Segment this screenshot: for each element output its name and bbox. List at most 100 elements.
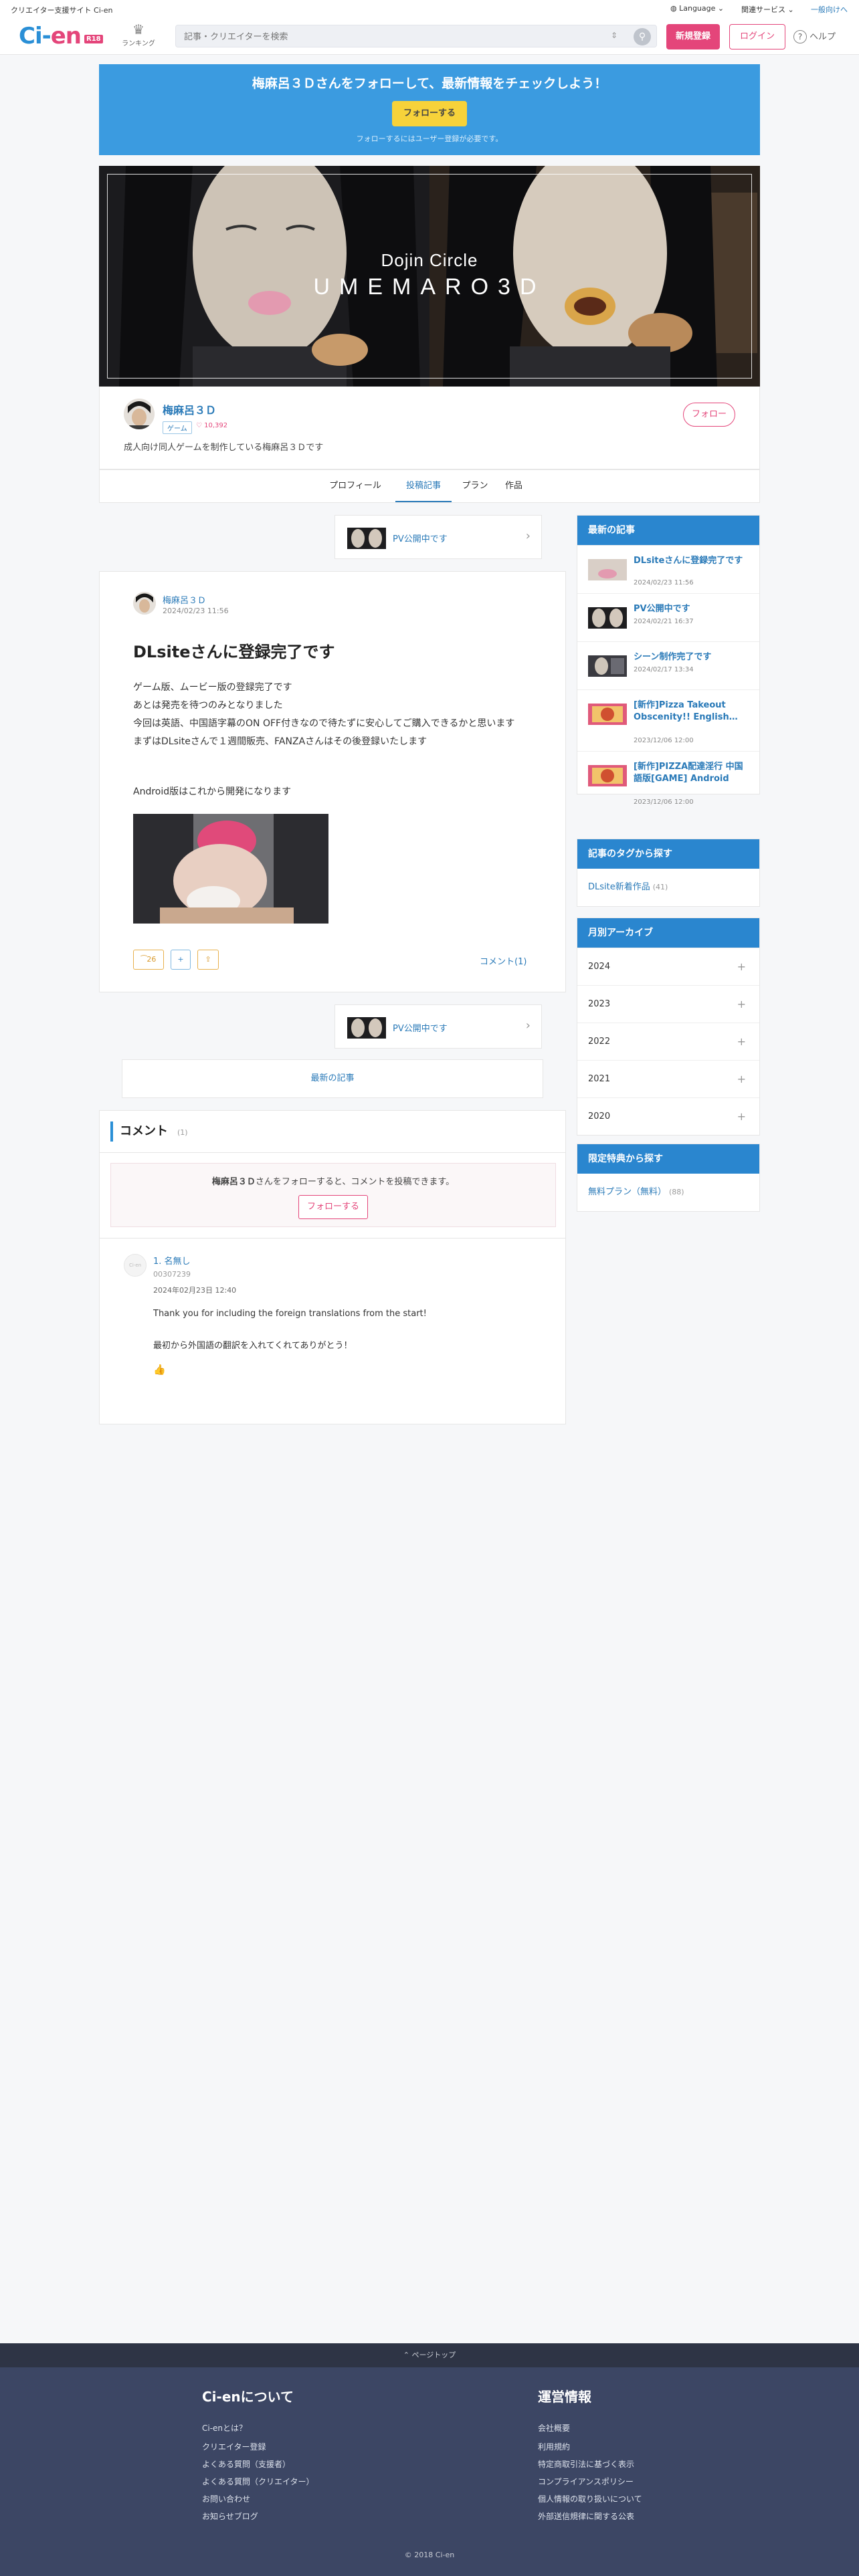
creator-follow-button[interactable]: フォロー: [683, 403, 735, 427]
footer-link[interactable]: よくある質問（クリエイター）: [202, 2476, 314, 2487]
comment-follow-button[interactable]: フォローする: [298, 1195, 368, 1219]
plus-icon: +: [737, 960, 746, 973]
article-author-avatar[interactable]: [133, 592, 156, 615]
plus-icon: +: [737, 1073, 746, 1085]
chevron-down-icon: ⌄: [717, 4, 725, 13]
sidebar-item-date: 2024/02/23 11:56: [634, 579, 694, 586]
register-button[interactable]: 新規登録: [666, 24, 720, 49]
article-title: DLsiteさんに登録完了です: [133, 643, 335, 661]
search-button[interactable]: ⚲: [634, 28, 651, 45]
article-image[interactable]: [133, 814, 328, 924]
tab-profile[interactable]: プロフィール: [323, 470, 387, 502]
archive-year-label: 2024: [588, 962, 611, 972]
creator-description: 成人向け同人ゲームを制作している梅麻呂３Ｄです: [124, 443, 324, 453]
sidebar-thumbnail: [588, 704, 627, 725]
general-site-link[interactable]: 一般向けへ: [811, 4, 848, 15]
sidebar-latest-item[interactable]: DLsiteさんに登録完了です 2024/02/23 11:56: [577, 545, 759, 593]
tab-posts[interactable]: 投稿記事: [395, 470, 452, 502]
footer-link[interactable]: よくある質問（支援者）: [202, 2458, 290, 2470]
comment-author[interactable]: 名無し: [165, 1257, 191, 1267]
copyright: © 2018 Ci-en: [404, 2551, 455, 2559]
footer-link[interactable]: クリエイター登録: [202, 2441, 266, 2452]
plus-icon: +: [737, 1035, 746, 1048]
crown-icon: ♛: [132, 21, 145, 37]
article-author[interactable]: 梅麻呂３Ｄ: [163, 593, 206, 606]
reaction-count: 26: [147, 955, 157, 964]
archive-year-2023[interactable]: 2023 +: [577, 985, 759, 1023]
archive-year-label: 2023: [588, 999, 611, 1009]
ranking-link[interactable]: ♛ ランキング: [115, 21, 162, 47]
reaction-add-button[interactable]: +: [171, 950, 191, 970]
article-line: まずはDLsiteさんで１週間販売、FANZAさんはその後登録いたします: [133, 736, 427, 747]
search-bar: ⇕ ⚲: [175, 25, 657, 47]
footer-link[interactable]: 個人情報の取り扱いについて: [538, 2493, 642, 2504]
thumbs-up-icon[interactable]: 👍: [153, 1364, 166, 1376]
header: Ci-en R18 ♛ ランキング ⇕ ⚲ 新規登録 ログイン ?ヘルプ: [0, 17, 859, 55]
follower-count: ♡ 10,392: [196, 422, 227, 429]
tab-works[interactable]: 作品: [497, 470, 531, 502]
footer-link[interactable]: お知らせブログ: [202, 2510, 258, 2522]
footer: Ci-enについて Ci-enとは？ クリエイター登録 よくある質問（支援者） …: [0, 2367, 859, 2576]
post-nav-top[interactable]: PV公開中です ›: [335, 515, 542, 559]
post-nav-bottom[interactable]: PV公開中です ›: [335, 1004, 542, 1049]
footer-link[interactable]: 特定商取引法に基づく表示: [538, 2458, 634, 2470]
creator-name[interactable]: 梅麻呂３Ｄ: [163, 401, 216, 417]
footer-link[interactable]: 利用規約: [538, 2441, 570, 2452]
tab-plans[interactable]: プラン: [458, 470, 492, 502]
tag-name: DLsite新着作品: [588, 882, 650, 892]
archive-year-2020[interactable]: 2020 +: [577, 1097, 759, 1135]
chevron-down-icon: ⌄: [787, 5, 794, 14]
services-menu[interactable]: 関連サービス ⌄: [741, 4, 794, 15]
divider: [100, 1152, 565, 1153]
sidebar-latest-item[interactable]: PV公開中です 2024/02/21 16:37: [577, 593, 759, 641]
chevron-up-icon: ⌃: [403, 2351, 412, 2359]
site-logo[interactable]: Ci-en: [19, 23, 82, 49]
sort-toggle-icon[interactable]: ⇕: [611, 31, 617, 40]
sidebar-latest-item[interactable]: [新作]PIZZA配達淫行 中国語版[GAME] Android 2023/12…: [577, 751, 759, 813]
sidebar-latest-item[interactable]: シーン制作完了です 2024/02/17 13:34: [577, 641, 759, 689]
article-android-note: Android版はこれから開発になります: [133, 786, 292, 797]
sidebar-tag-item[interactable]: DLsite新着作品 (41): [577, 869, 759, 906]
reaction-button[interactable]: ⁀26: [133, 950, 164, 970]
hero-title: UMEMARO3D: [313, 274, 546, 300]
logo-text: Ci-: [19, 23, 52, 49]
footer-link[interactable]: お問い合わせ: [202, 2493, 250, 2504]
sidebar-latest-item[interactable]: [新作]Pizza Takeout Obscenity!! English… 2…: [577, 689, 759, 751]
archive-year-2022[interactable]: 2022 +: [577, 1023, 759, 1060]
footer-link[interactable]: Ci-enとは？: [202, 2422, 247, 2434]
archive-year-2024[interactable]: 2024 +: [577, 948, 759, 985]
footer-link[interactable]: 外部送信規律に関する公表: [538, 2510, 634, 2522]
share-icon: ⇪: [205, 955, 211, 964]
sidebar-item-title: PV公開中です: [634, 604, 690, 614]
comment-text-en: Thank you for including the foreign tran…: [153, 1309, 427, 1319]
r18-badge: R18: [84, 35, 103, 43]
ranking-label: ランキング: [122, 40, 155, 47]
follow-banner-button[interactable]: フォローする: [392, 101, 467, 126]
footer-about-title: Ci-enについて: [202, 2389, 294, 2405]
sidebar-thumbnail: [588, 655, 627, 677]
sidebar-archive: 月別アーカイブ 2024 + 2023 + 2022 + 2021 + 2020 +: [577, 918, 760, 1136]
hero-banner: Dojin Circle UMEMARO3D: [99, 166, 760, 387]
perk-count: (88): [669, 1188, 684, 1196]
logo-text-en: en: [50, 23, 82, 49]
latest-articles-button[interactable]: 最新の記事: [122, 1059, 543, 1098]
creator-avatar[interactable]: [124, 399, 155, 429]
sidebar-item-title: [新作]PIZZA配達淫行 中国語版[GAME] Android: [634, 762, 743, 784]
share-button[interactable]: ⇪: [197, 950, 219, 970]
login-button[interactable]: ログイン: [729, 24, 785, 49]
help-link[interactable]: ? ヘルプ: [793, 29, 836, 43]
post-nav-thumbnail: [347, 1017, 386, 1039]
divider: [100, 1238, 565, 1239]
page-top-button[interactable]: ⌃ ページトップ: [0, 2343, 859, 2367]
footer-link[interactable]: 会社概要: [538, 2422, 570, 2434]
sidebar-perk-item[interactable]: 無料プラン（無料） (88): [577, 1174, 759, 1211]
creator-genre-tag[interactable]: ゲーム: [163, 421, 192, 434]
archive-year-2021[interactable]: 2021 +: [577, 1060, 759, 1097]
search-input[interactable]: [183, 30, 584, 43]
help-icon: ?: [793, 30, 807, 43]
footer-link[interactable]: コンプライアンスポリシー: [538, 2476, 634, 2487]
comments-link[interactable]: コメント(1): [480, 954, 527, 967]
article-date: 2024/02/23 11:56: [163, 607, 229, 615]
language-selector[interactable]: ◍ Language ⌄: [670, 4, 724, 13]
creator-tabs: プロフィール 投稿記事 プラン 作品: [99, 469, 760, 503]
